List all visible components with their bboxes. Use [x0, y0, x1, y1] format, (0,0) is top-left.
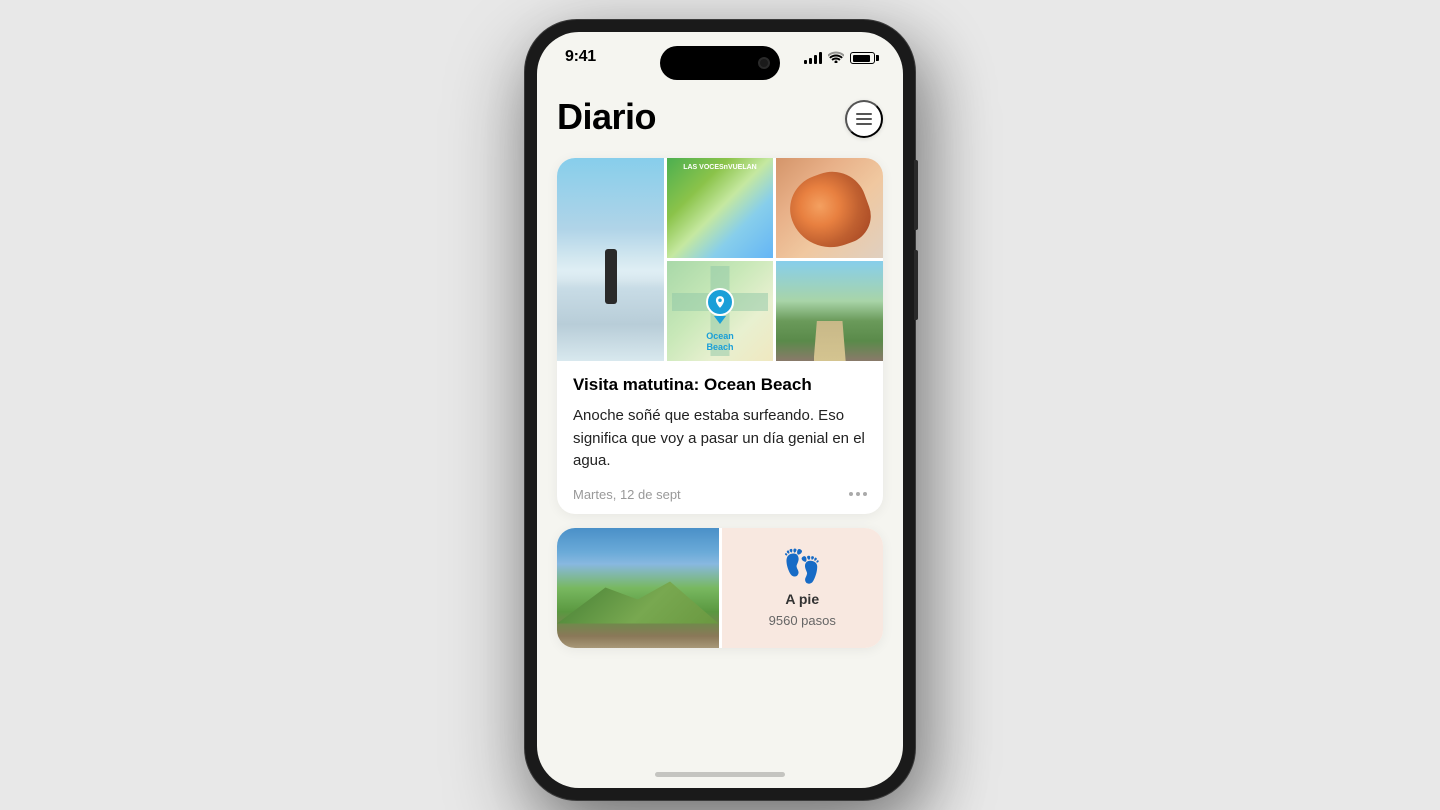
second-entry-card[interactable]: 👣 A pie 9560 pasos — [557, 528, 883, 648]
phone-screen: 9:41 — [537, 32, 903, 788]
entry-text: Anoche soñé que estaba surfeando. Eso si… — [573, 405, 867, 473]
shell-image — [776, 158, 883, 258]
status-time: 9:41 — [565, 48, 596, 66]
entry-title: Visita matutina: Ocean Beach — [573, 375, 867, 395]
steps-icon: 👣 — [782, 547, 822, 585]
entry-body: Visita matutina: Ocean Beach Anoche soñé… — [557, 361, 883, 514]
photo-map: Ocean Beach — [667, 261, 774, 361]
dynamic-island — [660, 46, 780, 80]
dot-2 — [856, 492, 860, 496]
photo-movie — [667, 158, 774, 258]
signal-icon — [804, 52, 822, 64]
beach-image — [557, 158, 664, 361]
phone-device: 9:41 — [525, 20, 915, 800]
photo-grid: Ocean Beach — [557, 158, 883, 361]
menu-line-1 — [856, 113, 872, 115]
photo-path — [776, 261, 883, 361]
movie-image — [667, 158, 774, 258]
entry-date: Martes, 12 de sept — [573, 487, 681, 502]
entry-footer: Martes, 12 de sept — [573, 487, 867, 502]
camera-dot — [758, 57, 770, 69]
menu-line-3 — [856, 123, 872, 125]
map-pin — [706, 288, 734, 324]
menu-button[interactable] — [845, 100, 883, 138]
map-pin-tail — [714, 316, 726, 324]
photo-beach — [557, 158, 664, 361]
steps-card: 👣 A pie 9560 pasos — [722, 528, 884, 648]
entry-more-button[interactable] — [849, 492, 867, 496]
photo-shell — [776, 158, 883, 258]
map-pin-circle — [706, 288, 734, 316]
home-indicator — [537, 760, 903, 788]
home-bar — [655, 772, 785, 777]
status-icons — [804, 50, 875, 66]
path-image — [776, 261, 883, 361]
map-image: Ocean Beach — [667, 261, 774, 361]
app-header: Diario — [557, 86, 883, 158]
dot-3 — [863, 492, 867, 496]
app-title: Diario — [557, 96, 656, 138]
map-location-label: Ocean Beach — [706, 331, 734, 353]
battery-icon — [850, 52, 875, 64]
entry-card[interactable]: Ocean Beach Visita matutina: Ocean Beach… — [557, 158, 883, 514]
wifi-icon — [828, 50, 844, 66]
dot-1 — [849, 492, 853, 496]
menu-line-2 — [856, 118, 872, 120]
battery-fill — [853, 55, 870, 62]
steps-count: 9560 pasos — [769, 613, 836, 628]
steps-label: A pie — [785, 591, 819, 607]
photo-mountain — [557, 528, 719, 648]
app-content: Diario — [537, 86, 903, 760]
